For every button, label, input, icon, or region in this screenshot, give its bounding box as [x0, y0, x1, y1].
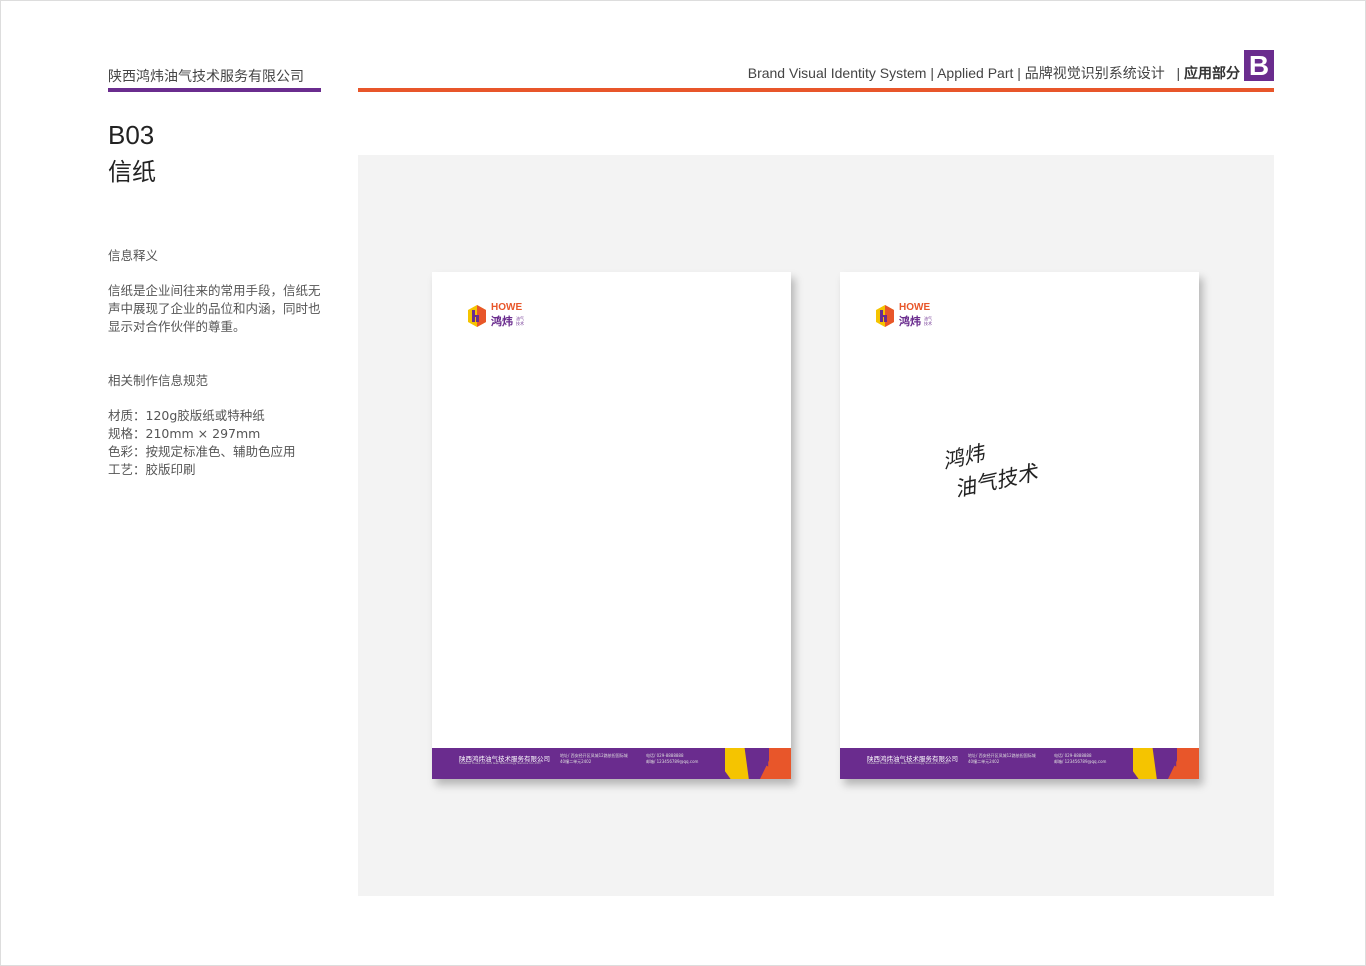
letterhead-footer: 陕西鸿炜油气技术服务有限公司 Shaanxi Howe Oil and Gas … [840, 748, 1199, 779]
divider: | [1176, 65, 1181, 81]
spec-material: 材质：120g胶版纸或特种纸 [108, 408, 265, 423]
deco-yellow [1133, 748, 1157, 779]
company-name: 陕西鸿炜油气技术服务有限公司 [108, 69, 304, 85]
section-badge: B [1244, 50, 1274, 81]
spec-heading: 相关制作信息规范 [108, 373, 209, 388]
logo-cn: 鸿炜 [899, 316, 921, 328]
letterhead-footer: 陕西鸿炜油气技术服务有限公司 Shaanxi Howe Oil and Gas … [432, 748, 791, 779]
logo-mark-icon [876, 304, 894, 327]
handwriting: 鸿炜 油气技术 [940, 428, 1041, 505]
letterhead-blank: HOWE 鸿炜 油气 技术 陕西鸿炜油气技术服务有限公司 Shaanxi Howe O… [432, 272, 791, 779]
logo-cn: 鸿炜 [491, 316, 513, 328]
info-body: 信纸是企业间往来的常用手段，信纸无声中展现了企业的品位和内涵，同时也显示对合作伙… [108, 283, 321, 334]
logo-en: HOWE [491, 302, 523, 313]
page-title: 信纸 [108, 158, 156, 186]
info-heading: 信息释义 [108, 248, 159, 263]
spec-color: 色彩：按规定标准色、辅助色应用 [108, 444, 296, 459]
spec-size: 规格：210mm × 297mm [108, 426, 261, 441]
deco-yellow [725, 748, 749, 779]
footer-address: 地址/ 西安经开区凤城12路依担国际城 40幢二单元2402 [560, 753, 628, 765]
orange-rule [358, 88, 1274, 92]
footer-contact: 电话/ 029-8888888 邮箱/ 123456789@qq.com [1054, 753, 1106, 765]
footer-contact: 电话/ 029-8888888 邮箱/ 123456789@qq.com [646, 753, 698, 765]
footer-company-en: Shaanxi Howe Oil and Gas Technology Serv… [459, 761, 541, 765]
logo: HOWE 鸿炜 油气 技术 [874, 302, 932, 329]
section-label: 应用部分 [1184, 65, 1240, 81]
spec-process: 工艺：胶版印刷 [108, 462, 196, 477]
footer-address: 地址/ 西安经开区凤城12路依担国际城 40幢二单元2402 [968, 753, 1036, 765]
email: 邮箱/ 123456789@qq.com [646, 759, 699, 764]
logo-mark-icon [468, 304, 486, 327]
divider: | [1017, 65, 1021, 81]
purple-rule [108, 88, 321, 92]
title-cn: 品牌视觉识别系统设计 [1024, 65, 1165, 81]
header-title: Brand Visual Identity System | Applied P… [748, 63, 1240, 83]
logo-sub2: 技术 [924, 321, 932, 326]
title-en: Brand Visual Identity System | Applied P… [747, 65, 1014, 81]
spec-list: 材质：120g胶版纸或特种纸 规格：210mm × 297mm 色彩：按规定标准… [108, 407, 324, 479]
logo: HOWE 鸿炜 油气 技术 [466, 302, 524, 329]
address-line: 40幢二单元2402 [968, 759, 1000, 764]
email: 邮箱/ 123456789@qq.com [1054, 759, 1107, 764]
address-line: 40幢二单元2402 [560, 759, 592, 764]
letterhead-handwritten: HOWE 鸿炜 油气 技术 鸿炜 油气技术 陕西鸿炜油气技术服务有限公司 Shaanxi… [840, 272, 1199, 779]
logo-en: HOWE [899, 302, 931, 313]
footer-company-en: Shaanxi Howe Oil and Gas Technology Serv… [867, 761, 949, 765]
page-code: B03 [108, 120, 155, 150]
logo-sub2: 技术 [516, 321, 524, 326]
